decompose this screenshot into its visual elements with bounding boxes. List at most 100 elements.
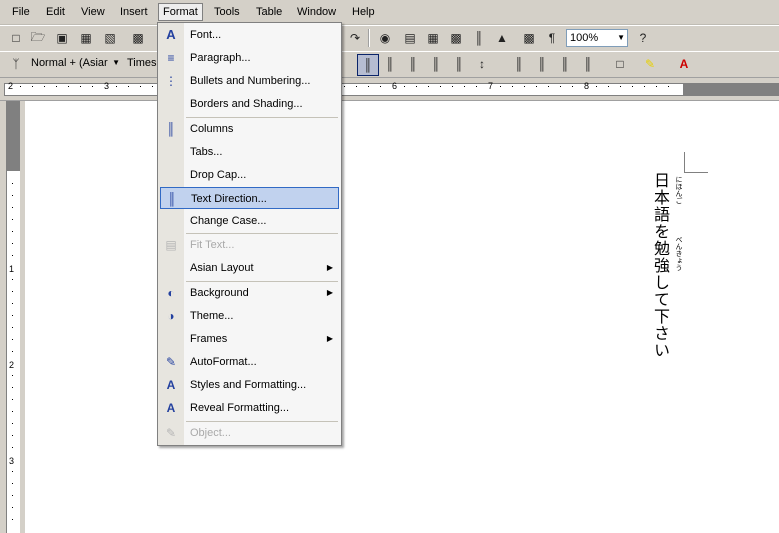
style-combo[interactable]: Normal + (Asiar ▼ bbox=[28, 55, 122, 73]
numbering-icon[interactable]: ║ bbox=[509, 54, 529, 74]
menu-item-label: Text Direction... bbox=[191, 193, 267, 205]
menu-item-label: Change Case... bbox=[190, 215, 267, 227]
border-icon[interactable]: □ bbox=[610, 54, 630, 74]
document-map-icon[interactable]: ▩ bbox=[519, 28, 539, 48]
standard-toolbar: □ 🗁 ▣ ▦ ▧ ▩ ↷ ◉ ▤ ▦ ▩ ║ ▲ ▩ ¶ 100% ▼ ? bbox=[0, 25, 779, 52]
menu-item-styles-formatting[interactable]: A Styles and Formatting... bbox=[160, 374, 339, 396]
save-icon[interactable]: ▣ bbox=[52, 28, 72, 48]
menu-item-frames[interactable]: Frames ▶ bbox=[160, 328, 339, 350]
menu-help[interactable]: Help bbox=[348, 4, 379, 20]
font-value: Times bbox=[127, 57, 157, 69]
columns-toolbar-icon[interactable]: ║ bbox=[469, 28, 489, 48]
menu-item-text-direction[interactable]: ║ Text Direction... bbox=[160, 187, 339, 209]
ruler-number: 8 bbox=[584, 81, 590, 91]
ruler-number: 6 bbox=[392, 81, 398, 91]
highlight-icon[interactable]: ✎ bbox=[640, 54, 660, 74]
chevron-down-icon: ▼ bbox=[617, 33, 625, 42]
menu-item-tabs[interactable]: Tabs... bbox=[160, 141, 339, 163]
formatting-toolbar: ᛉ Normal + (Asiar ▼ Times ║ ║ ║ ║ ║ ↕ ║ … bbox=[0, 51, 779, 78]
ruby-text: にほんご bbox=[675, 176, 683, 204]
menu-item-autoformat[interactable]: ✎ AutoFormat... bbox=[160, 351, 339, 373]
align-right-icon[interactable]: ║ bbox=[426, 54, 446, 74]
zoom-combo[interactable]: 100% ▼ bbox=[566, 29, 628, 47]
hyperlink-icon[interactable]: ◉ bbox=[375, 28, 395, 48]
drawing-icon[interactable]: ▲ bbox=[492, 28, 512, 48]
menu-insert[interactable]: Insert bbox=[116, 4, 152, 20]
menu-item-label: Asian Layout bbox=[190, 262, 254, 274]
menu-item-label: AutoFormat... bbox=[190, 356, 257, 368]
menu-table[interactable]: Table bbox=[252, 4, 286, 20]
redo-icon[interactable]: ↷ bbox=[345, 28, 365, 48]
object-icon: ✎ bbox=[165, 426, 177, 440]
show-hide-icon[interactable]: ¶ bbox=[542, 28, 562, 48]
menu-item-borders-shading[interactable]: Borders and Shading... bbox=[160, 93, 339, 115]
fit-text-icon: ▤ bbox=[165, 238, 177, 252]
menu-item-label: Borders and Shading... bbox=[190, 98, 303, 110]
menu-edit[interactable]: Edit bbox=[42, 4, 69, 20]
menu-item-label: Styles and Formatting... bbox=[190, 379, 307, 391]
decrease-indent-icon[interactable]: ║ bbox=[555, 54, 575, 74]
bullets-icon[interactable]: ║ bbox=[532, 54, 552, 74]
new-document-icon[interactable]: □ bbox=[6, 28, 26, 48]
menu-item-theme[interactable]: ◑ Theme... bbox=[160, 305, 339, 327]
menu-item-change-case[interactable]: Change Case... bbox=[160, 210, 339, 232]
styles-icon: A bbox=[166, 378, 176, 392]
menu-item-background[interactable]: ◐ Background ▶ bbox=[160, 282, 339, 304]
print-preview-icon[interactable]: ▧ bbox=[100, 28, 120, 48]
permission-icon[interactable]: ▦ bbox=[76, 28, 96, 48]
menu-item-reveal-formatting[interactable]: A Reveal Formatting... bbox=[160, 397, 339, 419]
menu-item-label: Theme... bbox=[190, 310, 234, 322]
increase-indent-icon[interactable]: ║ bbox=[578, 54, 598, 74]
vertical-ruler[interactable]: 1 2 3 bbox=[0, 101, 24, 533]
submenu-arrow-icon: ▶ bbox=[326, 334, 333, 343]
menu-item-label: Bullets and Numbering... bbox=[190, 75, 311, 87]
zoom-value: 100% bbox=[570, 32, 599, 44]
menu-item-bullets-numbering[interactable]: ⋮ Bullets and Numbering... bbox=[160, 70, 339, 92]
distributed-icon[interactable]: ║ bbox=[449, 54, 469, 74]
menu-item-label: Object... bbox=[190, 427, 231, 439]
menu-item-drop-cap[interactable]: Drop Cap... bbox=[160, 164, 339, 186]
help-icon[interactable]: ? bbox=[633, 28, 653, 48]
menu-item-paragraph[interactable]: ≡ Paragraph... bbox=[160, 47, 339, 69]
menu-item-asian-layout[interactable]: Asian Layout ▶ bbox=[160, 257, 339, 279]
insert-excel-icon[interactable]: ▩ bbox=[446, 28, 466, 48]
menu-item-label: Columns bbox=[190, 123, 234, 135]
format-menu-dropdown: A Font... ≡ Paragraph... ⋮ Bullets and N… bbox=[157, 22, 342, 446]
margin-corner-mark bbox=[684, 152, 685, 172]
print-icon[interactable]: ▩ bbox=[128, 28, 148, 48]
line-spacing-icon[interactable]: ↕ bbox=[472, 54, 492, 74]
styles-pane-icon[interactable]: ᛉ bbox=[6, 54, 26, 74]
horizontal-ruler[interactable]: 2 3 4 5 6 7 8 bbox=[0, 80, 779, 101]
align-center-icon[interactable]: ║ bbox=[403, 54, 423, 74]
menu-view[interactable]: View bbox=[77, 4, 109, 20]
menu-file[interactable]: File bbox=[8, 4, 34, 20]
ruler-number: 2 bbox=[9, 360, 15, 370]
submenu-arrow-icon: ▶ bbox=[326, 263, 333, 272]
menu-tools[interactable]: Tools bbox=[210, 4, 244, 20]
menu-item-font[interactable]: A Font... bbox=[160, 24, 339, 46]
chevron-down-icon: ▼ bbox=[112, 58, 120, 67]
paragraph-icon: ≡ bbox=[167, 51, 175, 65]
font-color-icon[interactable]: A bbox=[674, 54, 694, 74]
margin-corner-mark bbox=[684, 172, 708, 173]
menu-item-label: Fit Text... bbox=[190, 239, 235, 251]
tables-borders-icon[interactable]: ▤ bbox=[400, 28, 420, 48]
background-icon: ◐ bbox=[167, 286, 175, 300]
theme-icon: ◑ bbox=[167, 309, 175, 323]
insert-table-icon[interactable]: ▦ bbox=[423, 28, 443, 48]
columns-icon: ║ bbox=[166, 122, 176, 136]
menu-item-label: Tabs... bbox=[190, 146, 223, 158]
menu-window[interactable]: Window bbox=[293, 4, 340, 20]
open-folder-icon[interactable]: 🗁 bbox=[28, 28, 48, 48]
menu-bar: File Edit View Insert Format Tools Table… bbox=[0, 0, 779, 25]
ruler-number: 3 bbox=[104, 81, 110, 91]
menu-format[interactable]: Format bbox=[158, 3, 203, 21]
font-combo[interactable]: Times bbox=[124, 55, 158, 73]
vertical-text-icon[interactable]: ║ bbox=[357, 54, 379, 76]
menu-item-label: Frames bbox=[190, 333, 228, 345]
menu-item-columns[interactable]: ║ Columns bbox=[160, 118, 339, 140]
justify-icon[interactable]: ║ bbox=[380, 54, 400, 74]
menu-item-label: Reveal Formatting... bbox=[190, 402, 290, 414]
ruler-number: 2 bbox=[8, 81, 14, 91]
vertical-document-text[interactable]: 日本語を勉強して下さい bbox=[648, 172, 672, 359]
